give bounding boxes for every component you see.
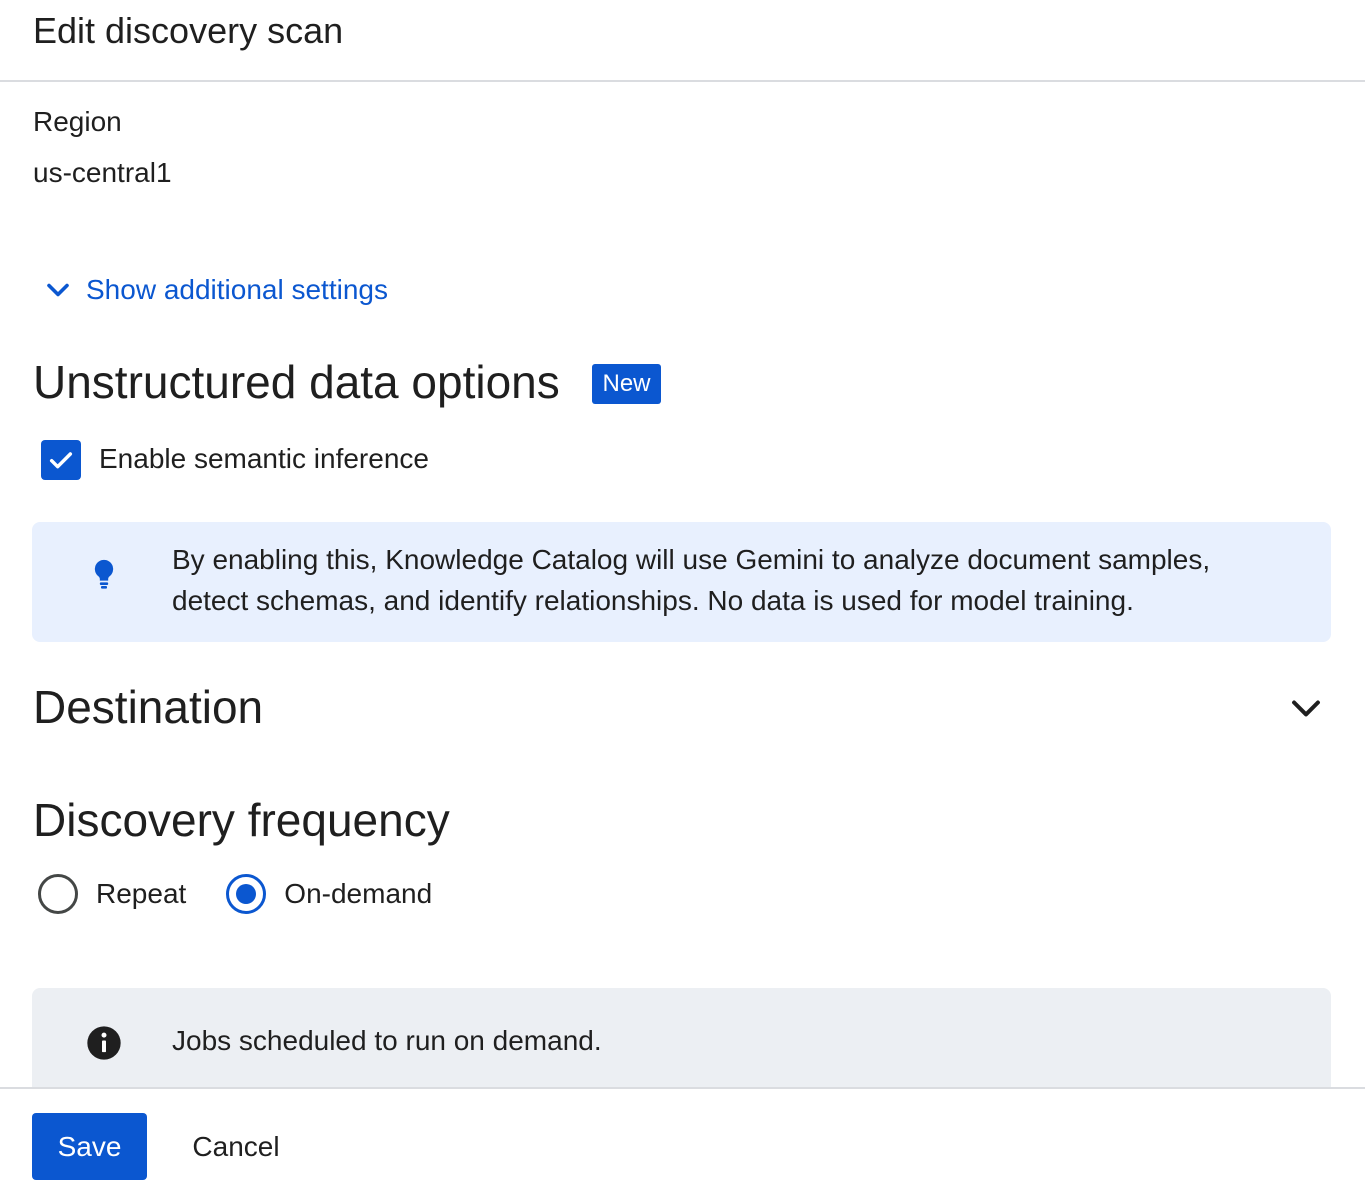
action-bar: Save Cancel bbox=[0, 1087, 1365, 1181]
radio-button-checked-icon[interactable] bbox=[226, 874, 267, 914]
page-title: Edit discovery scan bbox=[33, 10, 344, 51]
radio-repeat-label[interactable]: Repeat bbox=[96, 875, 186, 913]
semantic-inference-info-line-1: By enabling this, Knowledge Catalog will… bbox=[172, 544, 1211, 575]
show-additional-settings-button[interactable]: Show additional settings bbox=[40, 268, 388, 312]
info-icon bbox=[87, 1026, 121, 1060]
chevron-down-icon[interactable] bbox=[1284, 686, 1328, 730]
show-additional-settings-label: Show additional settings bbox=[86, 274, 388, 305]
discovery-frequency-title: Discovery frequency bbox=[33, 794, 450, 846]
cancel-button[interactable]: Cancel bbox=[174, 1113, 298, 1180]
save-button[interactable]: Save bbox=[32, 1113, 147, 1180]
enable-semantic-inference-label[interactable]: Enable semantic inference bbox=[99, 440, 429, 478]
on-demand-info-text: Jobs scheduled to run on demand. bbox=[172, 1025, 602, 1056]
radio-on-demand[interactable]: On-demand bbox=[226, 874, 432, 914]
destination-title: Destination bbox=[33, 681, 264, 733]
new-badge: New bbox=[592, 364, 661, 404]
chevron-down-icon bbox=[47, 283, 69, 297]
checkmark-icon bbox=[49, 452, 73, 469]
radio-button-unchecked-icon[interactable] bbox=[38, 874, 78, 914]
region-value: us-central1 bbox=[33, 157, 172, 188]
discovery-frequency-radio-group: Repeat On-demand bbox=[38, 874, 472, 914]
semantic-inference-info-line-2: detect schemas, and identify relationshi… bbox=[172, 585, 1134, 616]
radio-repeat[interactable]: Repeat bbox=[38, 874, 186, 914]
panel-header: Edit discovery scan bbox=[0, 0, 1365, 82]
radio-on-demand-label[interactable]: On-demand bbox=[284, 875, 432, 913]
lightbulb-icon bbox=[94, 559, 114, 589]
enable-semantic-inference-checkbox[interactable] bbox=[41, 440, 81, 480]
unstructured-data-options-title: Unstructured data options bbox=[33, 356, 560, 408]
region-label: Region bbox=[33, 106, 122, 137]
semantic-inference-info-box: By enabling this, Knowledge Catalog will… bbox=[32, 522, 1331, 642]
